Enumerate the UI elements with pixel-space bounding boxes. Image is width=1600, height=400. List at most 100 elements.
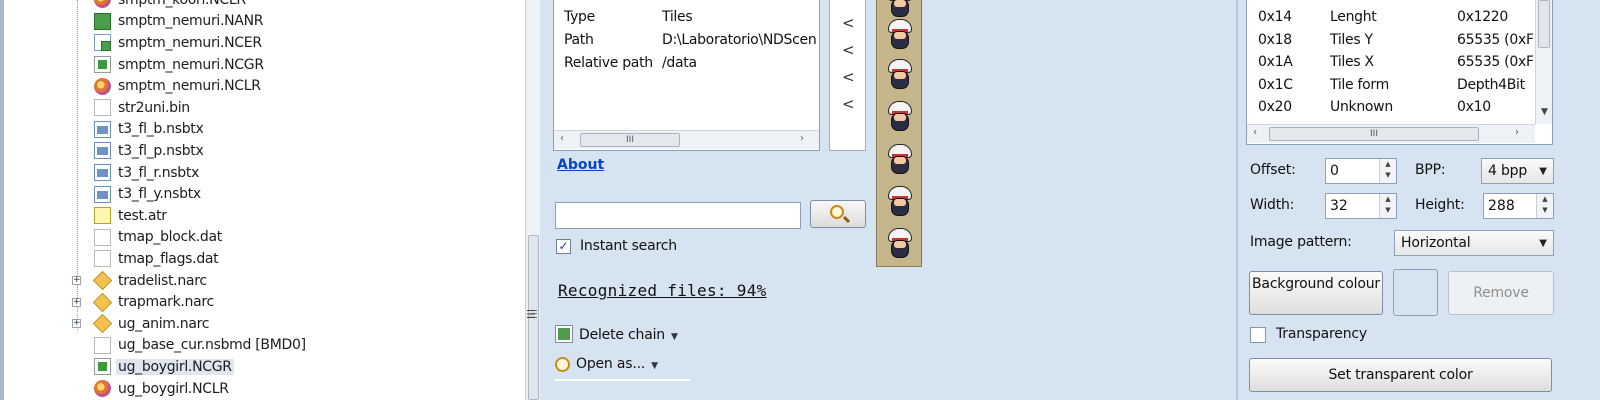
height-stepper[interactable]: 288 ▲ ▼ [1483, 193, 1554, 219]
tree-item-label: t3_fl_y.nsbtx [118, 186, 201, 203]
expand-icon[interactable]: + [72, 319, 81, 329]
tree-item-label: smptm_nemuri.NCGR [118, 56, 264, 73]
grid-cell-value: 0x1220 [1457, 9, 1509, 25]
tree-item-label: smptm_koori.NCLR [118, 0, 246, 8]
tree-item[interactable]: t3_fl_r.nsbtx [4, 162, 524, 184]
grid-cell-offset: 0x18 [1258, 31, 1292, 48]
tree-item[interactable]: t3_fl_y.nsbtx [4, 183, 524, 205]
left-arrow-icon[interactable]: < [842, 41, 855, 59]
file-tree-panel: smptm_koori.NCLR smptm_nemuri.NANR smptm_n… [0, 0, 534, 400]
tree-item-label: trapmark.narc [118, 294, 214, 311]
tree-item[interactable]: t3_fl_b.nsbtx [4, 119, 524, 141]
info-key: Relative path [564, 55, 653, 71]
left-arrow-icon[interactable]: < [842, 14, 855, 32]
tree-item[interactable]: t3_fl_p.nsbtx [4, 140, 524, 162]
image-pattern-select[interactable]: Horizontal ▼ [1394, 230, 1554, 256]
image-preview [876, 0, 922, 267]
info-key: Type [564, 9, 595, 25]
stepper-up-icon[interactable]: ▲ [1380, 194, 1396, 205]
tree-item[interactable]: tmap_block.dat [4, 227, 524, 249]
info-hscrollbar[interactable]: ‹ III › [554, 130, 819, 149]
tree-item[interactable]: test.atr [4, 205, 524, 227]
open-as-button[interactable]: Open as... ▼ [555, 356, 658, 372]
width-stepper[interactable]: 32 ▲ ▼ [1325, 193, 1397, 219]
tree-item[interactable]: smptm_nemuri.NCER [4, 32, 524, 54]
grid-hscroll-thumb[interactable]: III [1269, 127, 1479, 141]
background-colour-button[interactable]: Background colour [1249, 271, 1383, 315]
scroll-right-icon[interactable]: › [800, 133, 804, 144]
info-key: Path [564, 32, 594, 48]
left-arrow-icon[interactable]: < [842, 68, 855, 86]
tree-item[interactable]: smptm_nemuri.NCGR [4, 54, 524, 76]
nsbtx-texture-icon [94, 164, 111, 182]
scroll-left-icon[interactable]: ‹ [1253, 127, 1257, 138]
stepper-buttons[interactable]: ▲ ▼ [1379, 159, 1396, 183]
offset-label: Offset: [1250, 162, 1296, 178]
instant-search-label: Instant search [580, 238, 677, 254]
tree-item-label: ug_boygirl.NCGR [116, 358, 234, 375]
tree-item[interactable]: ug_base_cur.nsbmd [BMD0] [4, 335, 524, 357]
image-pattern-label: Image pattern: [1250, 234, 1352, 250]
remove-button[interactable]: Remove [1448, 271, 1554, 315]
offset-stepper[interactable]: 0 ▲ ▼ [1325, 158, 1397, 184]
stepper-down-icon[interactable]: ▼ [1380, 170, 1396, 181]
tree-item-label: ug_boygirl.NCLR [118, 380, 229, 397]
splitter-grip-icon[interactable]: ☰ [526, 308, 536, 321]
tree-item[interactable]: smptm_nemuri.NCLR [4, 75, 524, 97]
tree-item[interactable]: str2uni.bin [4, 97, 524, 119]
atr-file-icon [94, 207, 111, 225]
tree-scrollbar[interactable] [525, 0, 540, 400]
stepper-down-icon[interactable]: ▼ [1537, 205, 1553, 216]
stepper-up-icon[interactable]: ▲ [1537, 194, 1553, 205]
scroll-left-icon[interactable]: ‹ [560, 133, 564, 144]
grid-cell-offset: 0x20 [1258, 99, 1292, 116]
nsbtx-texture-icon [94, 120, 111, 138]
tree-item[interactable]: + ug_anim.narc [4, 313, 524, 335]
search-button[interactable] [810, 200, 866, 228]
stepper-buttons[interactable]: ▲ ▼ [1379, 194, 1396, 218]
about-link[interactable]: About [557, 157, 604, 173]
tree-item-label: t3_fl_b.nsbtx [118, 121, 204, 138]
stepper-down-icon[interactable]: ▼ [1380, 205, 1396, 216]
tree-item-label: ug_base_cur.nsbmd [BMD0] [118, 337, 306, 354]
expand-icon[interactable]: + [72, 297, 81, 307]
narc-archive-icon [92, 270, 113, 291]
grid-cell-offset: 0x14 [1258, 9, 1292, 25]
grid-cell-offset: 0x1A [1258, 54, 1293, 71]
tree-item[interactable]: ug_boygirl.NCGR [4, 356, 524, 378]
search-input[interactable] [555, 202, 801, 229]
grid-scrollbar[interactable]: ▼ [1535, 0, 1552, 124]
delete-chain-button[interactable]: Delete chain ▼ [555, 325, 678, 343]
info-value: D:\Laboratorio\NDScene [662, 32, 817, 48]
scroll-down-icon[interactable]: ▼ [1541, 107, 1548, 117]
tree-item[interactable]: smptm_nemuri.NANR [4, 11, 524, 33]
bpp-select[interactable]: 4 bpp ▼ [1481, 158, 1554, 184]
tree-item[interactable]: + tradelist.narc [4, 270, 524, 292]
tree-item[interactable]: smptm_koori.NCLR [4, 0, 524, 11]
stepper-buttons[interactable]: ▲ ▼ [1536, 194, 1553, 218]
expand-icon[interactable]: + [72, 276, 81, 286]
set-transparent-color-button[interactable]: Set transparent color [1249, 358, 1552, 392]
sprite-frame [886, 227, 914, 259]
tree-item[interactable]: + trapmark.narc [4, 291, 524, 313]
ncer-cells-icon [94, 34, 111, 52]
instant-search-checkbox[interactable]: ✓ [556, 239, 571, 254]
grid-scrollbar-thumb[interactable] [1538, 0, 1550, 48]
nclr-palette-icon [94, 0, 111, 9]
tree-item-label: smptm_nemuri.NCER [118, 34, 262, 51]
scroll-right-icon[interactable]: › [1515, 127, 1519, 138]
transparency-checkbox[interactable] [1250, 327, 1266, 343]
stepper-up-icon[interactable]: ▲ [1380, 159, 1396, 170]
sprite-frame [886, 100, 914, 132]
nsbtx-texture-icon [94, 185, 111, 203]
colour-swatch[interactable] [1393, 269, 1438, 316]
info-hscroll-thumb[interactable]: III [580, 133, 680, 147]
tree-item[interactable]: tmap_flags.dat [4, 248, 524, 270]
tree-item[interactable]: ug_boygirl.NCLR [4, 378, 524, 400]
tree-item-label: ug_anim.narc [118, 315, 210, 332]
grid-hscrollbar[interactable]: ‹ III › [1247, 124, 1535, 143]
open-as-label: Open as... [576, 356, 646, 372]
left-arrow-icon[interactable]: < [842, 95, 855, 113]
sprite-frame [886, 18, 914, 50]
grid-cell-field: Lenght [1330, 9, 1377, 25]
